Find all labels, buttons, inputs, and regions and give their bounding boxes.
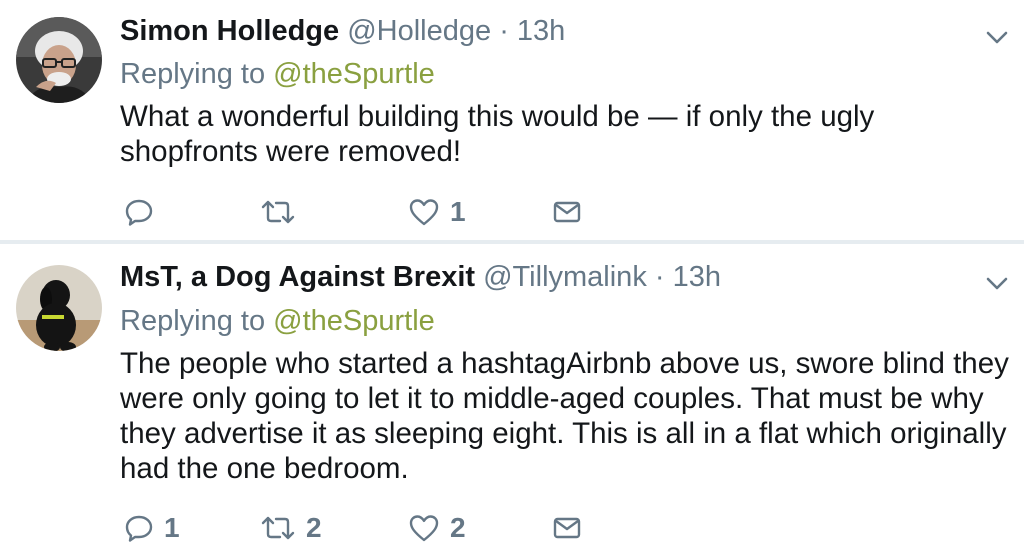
replying-prefix: Replying to (120, 58, 266, 90)
tweet-text: The people who started a hashtagAirbnb a… (120, 347, 1009, 485)
timestamp[interactable]: · 13h (499, 15, 565, 47)
mention-link[interactable]: @theSpurtle (273, 58, 435, 90)
replying-to: Replying to @theSpurtle (120, 304, 435, 338)
heart-icon (409, 199, 439, 226)
heart-icon (409, 515, 439, 542)
direct-message-button[interactable] (552, 508, 582, 548)
reply-icon (125, 515, 153, 542)
retweet-button[interactable]: 2 (260, 508, 322, 548)
username[interactable]: @Tillymalink (483, 261, 647, 293)
like-button[interactable]: 1 (408, 192, 466, 232)
avatar[interactable] (16, 17, 102, 103)
envelope-icon (553, 517, 581, 539)
tweet[interactable]: MsT, a Dog Against Brexit @Tillymalink ·… (0, 244, 1024, 560)
display-name[interactable]: Simon Holledge (120, 15, 339, 47)
avatar[interactable] (16, 265, 102, 351)
display-name[interactable]: MsT, a Dog Against Brexit (120, 261, 475, 293)
tweet[interactable]: Simon Holledge @Holledge · 13h Replying … (0, 0, 1024, 240)
mention-link[interactable]: @theSpurtle (273, 305, 435, 337)
timestamp[interactable]: · 13h (655, 261, 721, 293)
tweet-header: MsT, a Dog Against Brexit @Tillymalink ·… (120, 260, 721, 294)
reply-button[interactable] (124, 192, 164, 232)
username[interactable]: @Holledge (347, 15, 491, 47)
direct-message-button[interactable] (552, 192, 582, 232)
tweet-header: Simon Holledge @Holledge · 13h (120, 14, 565, 48)
replying-prefix: Replying to (120, 305, 266, 337)
reply-count: 1 (164, 512, 180, 543)
like-count: 1 (450, 196, 466, 227)
like-button[interactable]: 2 (408, 508, 466, 548)
reply-icon (125, 199, 153, 226)
like-count: 2 (450, 512, 466, 543)
chevron-down-icon[interactable] (984, 24, 1010, 50)
black-dog-avatar-icon (16, 265, 102, 351)
man-with-glasses-avatar-icon (16, 17, 102, 103)
retweet-icon (261, 516, 295, 540)
replying-to: Replying to @theSpurtle (120, 57, 435, 91)
retweet-icon (261, 200, 295, 224)
tweet-text: What a wonderful building this would be … (120, 100, 875, 168)
chevron-down-icon[interactable] (984, 270, 1010, 296)
retweet-button[interactable] (260, 192, 306, 232)
envelope-icon (553, 201, 581, 223)
reply-button[interactable]: 1 (124, 508, 180, 548)
retweet-count: 2 (306, 512, 322, 543)
